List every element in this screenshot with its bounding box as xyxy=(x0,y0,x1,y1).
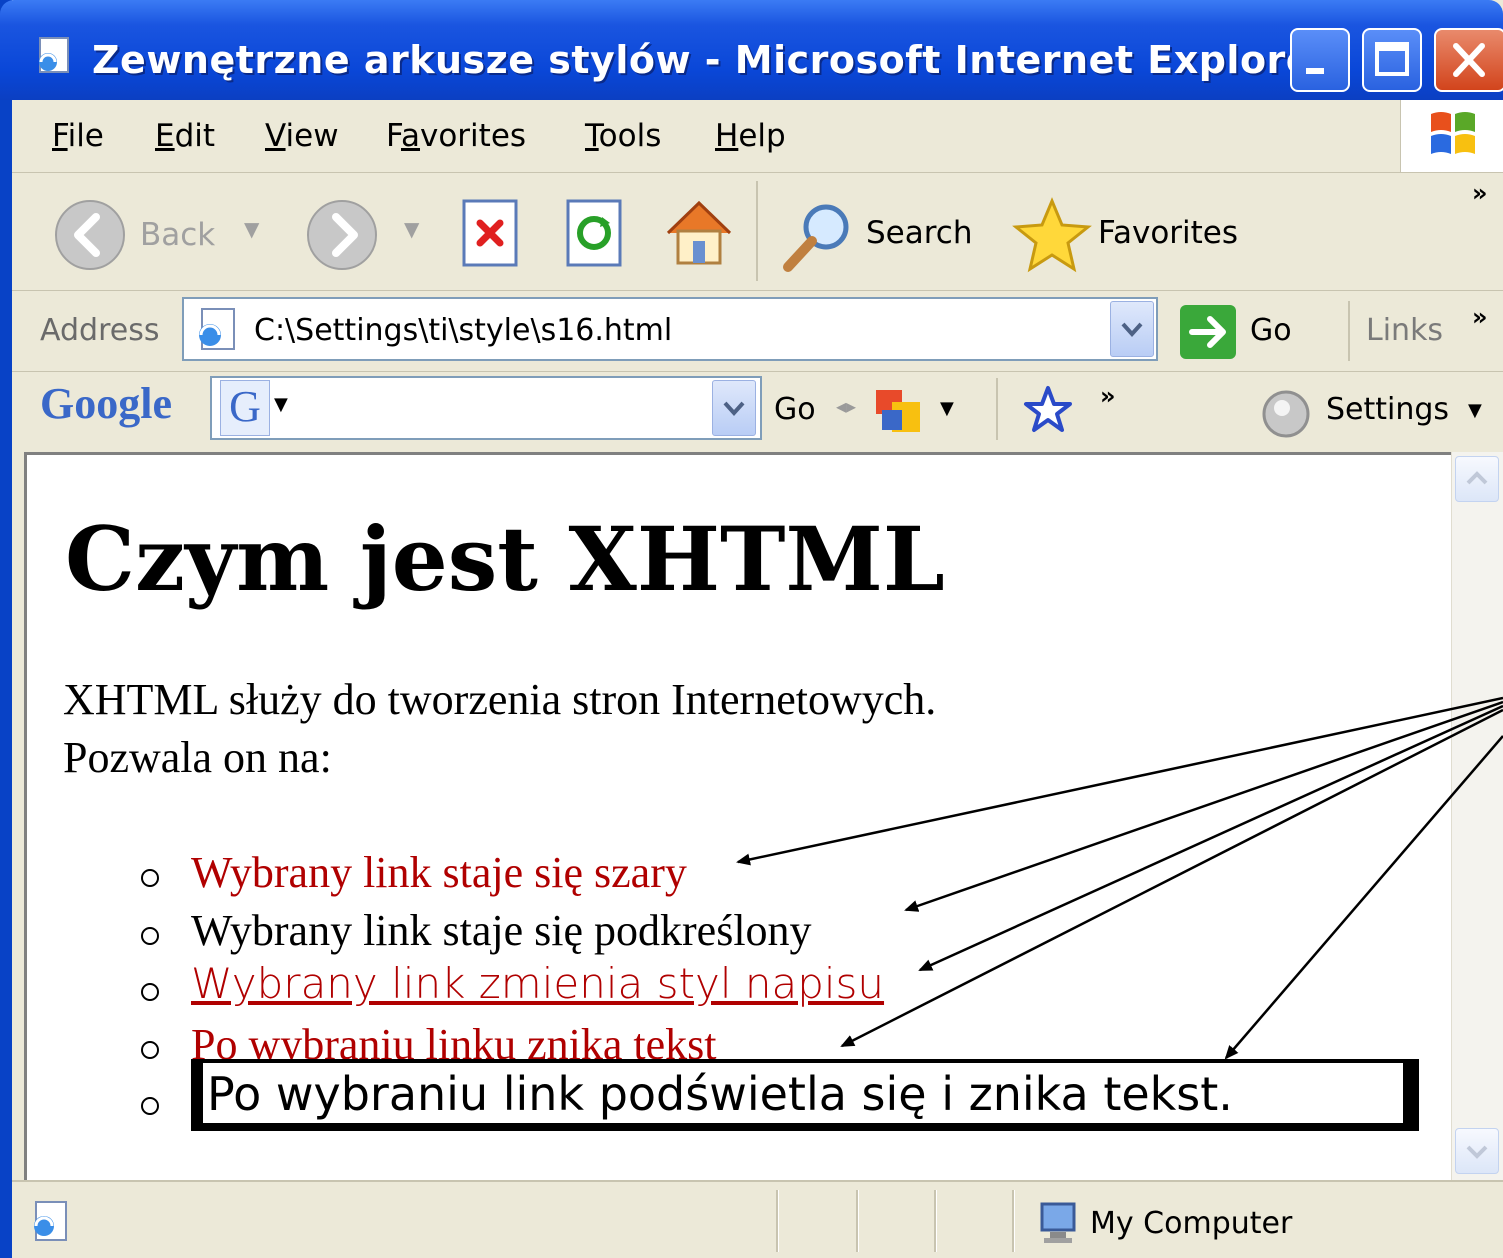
search-label[interactable]: Search xyxy=(866,215,973,251)
scroll-down-button[interactable] xyxy=(1455,1128,1499,1174)
address-value: C:\Settings\ti\style\s16.html xyxy=(254,313,673,348)
google-more-chevron-icon[interactable]: » xyxy=(1100,382,1116,410)
chevron-up-icon xyxy=(1466,471,1488,485)
settings-orb-icon xyxy=(1262,390,1310,438)
standard-toolbar: Back ▼ ▼ Search Favorites » xyxy=(12,173,1503,291)
page-content: Czym jest XHTML XHTML służy do tworzenia… xyxy=(24,452,1451,1180)
address-dropdown-button[interactable] xyxy=(1110,301,1154,357)
status-separator xyxy=(1012,1190,1015,1252)
links-more-chevron-icon[interactable]: » xyxy=(1472,303,1488,331)
google-logo-text: Google xyxy=(40,379,172,428)
chevron-down-icon xyxy=(1466,1145,1488,1159)
menu-file[interactable]: File xyxy=(52,118,104,154)
menu-view[interactable]: View xyxy=(265,118,339,154)
maximize-button[interactable] xyxy=(1362,28,1422,92)
back-label[interactable]: Back xyxy=(140,217,215,253)
back-arrow-icon[interactable] xyxy=(52,197,128,273)
address-label: Address xyxy=(40,313,160,348)
intro-paragraph: XHTML służy do tworzenia stron Interneto… xyxy=(63,671,936,787)
news-dropdown-icon[interactable]: ▼ xyxy=(940,398,954,419)
google-go-label[interactable]: Go xyxy=(774,392,816,427)
window-title: Zewnętrzne arkusze stylów - Microsoft In… xyxy=(92,38,1332,82)
list-bullet xyxy=(141,1041,159,1059)
bookmark-star-icon[interactable] xyxy=(1022,384,1074,436)
google-logo: Google xyxy=(40,378,172,429)
google-separator xyxy=(996,378,998,440)
list-item-link-highlight[interactable]: Po wybraniu link podświetla się i znika … xyxy=(191,1059,1419,1131)
toolbar-more-chevron-icon[interactable]: » xyxy=(1472,179,1488,207)
google-dropdown-button[interactable] xyxy=(712,380,756,436)
search-icon[interactable] xyxy=(778,199,856,277)
forward-dropdown-icon[interactable]: ▼ xyxy=(404,217,419,241)
favorites-label[interactable]: Favorites xyxy=(1098,215,1238,251)
vertical-scrollbar[interactable] xyxy=(1451,452,1503,1180)
title-bar[interactable]: Zewnętrzne arkusze stylów - Microsoft In… xyxy=(0,0,1503,100)
my-computer-icon xyxy=(1040,1202,1076,1243)
page-icon xyxy=(199,308,235,350)
back-dropdown-icon[interactable]: ▼ xyxy=(244,217,259,241)
google-g-dropdown-icon[interactable]: ▼ xyxy=(274,394,288,415)
go-arrow-icon[interactable] xyxy=(1178,303,1238,361)
list-item-link-underline[interactable]: Wybrany link staje się podkreślony xyxy=(191,905,812,956)
settings-dropdown-icon[interactable]: ▼ xyxy=(1468,400,1482,421)
stop-icon[interactable] xyxy=(460,197,524,269)
links-label[interactable]: Links xyxy=(1366,313,1443,348)
google-g-button[interactable]: G xyxy=(220,380,270,436)
forward-arrow-icon[interactable] xyxy=(304,197,380,273)
google-toolbar: Google G ▼ Go ◂▸ ▼ » Settings ▼ xyxy=(12,372,1503,450)
page-heading: Czym jest XHTML xyxy=(65,507,945,611)
ie-window: Zewnętrzne arkusze stylów - Microsoft In… xyxy=(0,0,1503,1258)
home-icon[interactable] xyxy=(660,193,738,271)
page-status-icon xyxy=(34,1201,67,1241)
close-button[interactable] xyxy=(1434,28,1503,92)
status-bar: My Computer xyxy=(12,1180,1503,1258)
list-item-link-highlight-text: Po wybraniu link podświetla się i znika … xyxy=(203,1063,1403,1123)
menu-favorites[interactable]: Favorites xyxy=(386,118,526,154)
status-separator xyxy=(856,1190,859,1252)
chevron-down-icon xyxy=(723,401,745,416)
minimize-icon xyxy=(1306,68,1324,74)
intro-line-2: Pozwala on na: xyxy=(63,733,332,782)
list-bullet xyxy=(141,927,159,945)
menu-help[interactable]: Help xyxy=(715,118,786,154)
toolbar-separator xyxy=(756,181,758,281)
status-separator xyxy=(934,1190,937,1252)
favorites-star-icon[interactable] xyxy=(1012,195,1092,275)
close-icon xyxy=(1453,43,1485,77)
list-item-link-gray[interactable]: Wybrany link staje się szary xyxy=(191,847,687,898)
address-bar: Address C:\Settings\ti\style\s16.html Go… xyxy=(12,291,1503,372)
list-bullet xyxy=(141,1097,159,1115)
google-news-icon[interactable] xyxy=(872,384,926,438)
ie-page-icon xyxy=(39,37,69,73)
chevron-down-icon xyxy=(1121,322,1143,337)
scroll-up-button[interactable] xyxy=(1455,456,1499,502)
menu-tools[interactable]: Tools xyxy=(585,118,661,154)
minimize-button[interactable] xyxy=(1290,28,1350,92)
maximize-icon xyxy=(1375,42,1409,76)
windows-logo xyxy=(1400,100,1503,172)
refresh-icon[interactable] xyxy=(564,197,628,269)
windows-flag-icon xyxy=(1431,112,1475,154)
menu-edit[interactable]: Edit xyxy=(155,118,215,154)
intro-line-1: XHTML służy do tworzenia stron Interneto… xyxy=(63,675,937,724)
list-item-link-style[interactable]: Wybrany link zmienia styl napisu xyxy=(191,959,884,1008)
google-toolbar-grip-icon: ◂▸ xyxy=(836,394,857,418)
address-input[interactable]: C:\Settings\ti\style\s16.html xyxy=(182,297,1158,361)
status-separator xyxy=(776,1190,779,1252)
status-zone-label: My Computer xyxy=(1090,1206,1293,1241)
list-bullet xyxy=(141,983,159,1001)
google-search-input[interactable]: G ▼ xyxy=(210,376,762,440)
menu-bar: File Edit View Favorites Tools Help xyxy=(12,100,1503,173)
go-button-label[interactable]: Go xyxy=(1250,313,1292,348)
list-bullet xyxy=(141,869,159,887)
settings-label[interactable]: Settings xyxy=(1326,392,1449,427)
address-separator xyxy=(1348,301,1350,361)
